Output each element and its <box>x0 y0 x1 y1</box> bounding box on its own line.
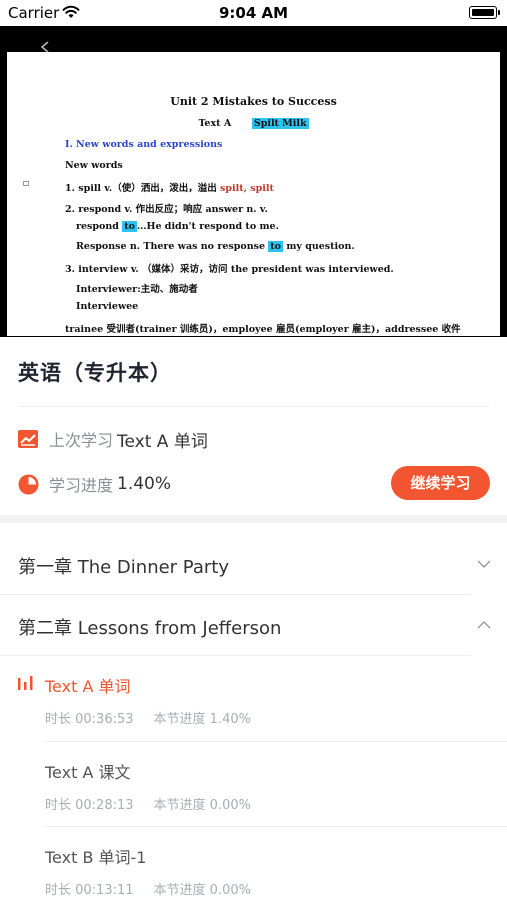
progress-value: 1.40% <box>117 474 172 494</box>
chevron-up-icon[interactable] <box>477 618 491 632</box>
slide-line-5: 3. interview v. （媒体）采访，访问 the president … <box>65 264 394 275</box>
slide-line-1a: 1. spill v.（使）洒出，泼出，溢出 <box>65 183 221 194</box>
clock: 9:04 AM <box>218 4 289 22</box>
status-bar: Carrier 9:04 AM <box>0 0 507 26</box>
slide-subtitle-text: Text A <box>198 118 232 129</box>
divider <box>45 741 507 742</box>
battery-icon <box>469 6 500 19</box>
slide-line-3b: to <box>122 221 137 232</box>
slide-title: Unit 2 Mistakes to Success <box>170 95 337 108</box>
slide-subtitle: Text A Spilt Milk <box>7 118 500 129</box>
slide-line-8: trainee 受训者(trainer 训练员)，employee 雇员(emp… <box>65 324 461 335</box>
divider <box>45 826 507 827</box>
slide-line-4b: to <box>268 241 284 252</box>
chevron-down-icon[interactable] <box>477 557 491 571</box>
divider <box>0 655 471 656</box>
slide-line-4c: my question. <box>283 241 355 252</box>
pie-progress-icon <box>18 474 39 494</box>
slide-line-1: 1. spill v.（使）洒出，泼出，溢出 spilt, spilt <box>65 180 274 194</box>
video-player[interactable]: Unit 2 Mistakes to Success Text A Spilt … <box>0 26 507 337</box>
lesson-duration: 时长 00:13:11 <box>45 883 134 898</box>
slide-line-3c: …He didn't respond to me. <box>136 221 279 232</box>
slide-section-heading: I. New words and expressions <box>65 139 223 150</box>
chapter-1[interactable]: 第一章 The Dinner Party <box>0 534 507 595</box>
lesson-duration: 时长 00:36:53 <box>45 712 134 727</box>
slide-subtitle-highlight: Spilt Milk <box>251 118 309 129</box>
lesson-meta: 时长 00:13:11 本节进度 0.00% <box>45 879 251 898</box>
slide-line-1b: spilt, spilt <box>220 183 274 194</box>
slide-line-7: Interviewee <box>76 301 139 312</box>
lesson-title: Text A 课文 <box>45 763 131 782</box>
lesson-meta: 时长 00:36:53 本节进度 1.40% <box>45 708 251 727</box>
slide-line-2: 2. respond v. 作出反应；响应 answer n. v. <box>65 204 268 215</box>
slide-line-6: Interviewer:主动、施动者 <box>76 284 198 295</box>
lecture-slide: Unit 2 Mistakes to Success Text A Spilt … <box>7 52 500 336</box>
chapter-2[interactable]: 第二章 Lessons from Jefferson <box>0 595 507 656</box>
lesson-progress: 本节进度 0.00% <box>153 883 251 898</box>
section-separator <box>0 515 507 523</box>
progress-label: 学习进度 <box>49 476 114 495</box>
lesson-progress: 本节进度 0.00% <box>153 798 251 813</box>
slide-line-4: Response n. There was no response to my … <box>76 241 355 252</box>
lesson-duration: 时长 00:28:13 <box>45 798 134 813</box>
slide-cursor-mark <box>23 181 29 186</box>
chapter-2-title: 第二章 Lessons from Jefferson <box>18 618 282 639</box>
lesson-item-3[interactable]: Text B 单词-1 时长 00:13:11 本节进度 0.00% <box>0 828 507 900</box>
trend-chart-icon <box>18 430 38 448</box>
progress-row: 学习进度 1.40% <box>18 472 171 496</box>
slide-line-3: respond to …He didn't respond to me. <box>76 221 279 232</box>
lesson-item-1[interactable]: Text A 单词 时长 00:36:53 本节进度 1.40% <box>0 657 507 741</box>
lesson-item-2[interactable]: Text A 课文 时长 00:28:13 本节进度 0.00% <box>0 743 507 827</box>
lesson-progress: 本节进度 1.40% <box>153 712 251 727</box>
lesson-title: Text A 单词 <box>45 677 131 696</box>
lesson-meta: 时长 00:28:13 本节进度 0.00% <box>45 794 251 813</box>
last-study-value: Text A 单词 <box>117 431 208 452</box>
divider <box>18 406 490 407</box>
last-study-row[interactable]: 上次学习 Text A 单词 <box>18 427 208 452</box>
slide-new-words: New words <box>65 160 123 171</box>
course-title: 英语（专升本） <box>18 361 172 385</box>
slide-line-3a: respond <box>76 221 123 232</box>
last-study-label: 上次学习 <box>49 431 114 450</box>
audio-bars-icon <box>18 676 33 690</box>
chapter-1-title: 第一章 The Dinner Party <box>18 557 229 578</box>
lesson-title: Text B 单词-1 <box>45 848 147 867</box>
slide-line-4a: Response n. There was no response <box>76 241 269 252</box>
continue-learning-button[interactable]: 继续学习 <box>391 466 490 500</box>
